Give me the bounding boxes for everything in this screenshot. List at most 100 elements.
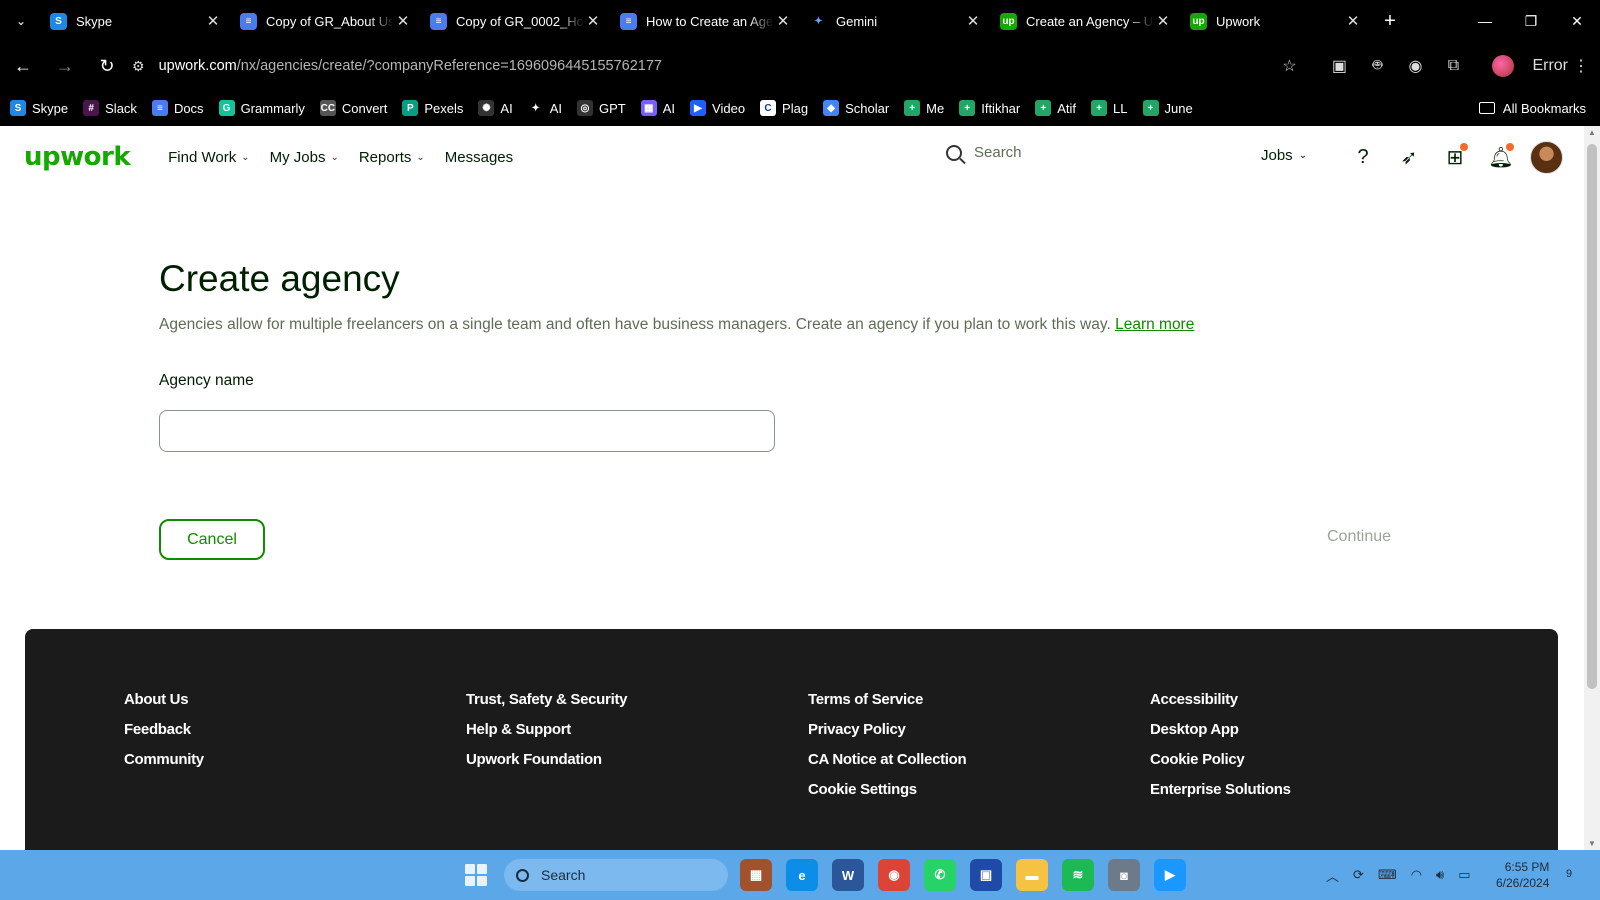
reload-icon[interactable]: ↻ [88,47,126,85]
notification-count[interactable]: 9 [1566,868,1572,880]
camera-icon[interactable]: ◙ [1108,859,1140,891]
close-tab-icon[interactable]: ✕ [584,12,602,30]
bookmark-item[interactable]: ◆ Scholar [823,100,889,116]
site-settings-icon[interactable]: ⚙ [132,58,145,75]
word-icon[interactable]: W [832,859,864,891]
footer-link[interactable]: Feedback [124,721,204,738]
browser-tab[interactable]: ≡ How to Create an Agency✕ [612,0,802,42]
footer-link[interactable]: About Us [124,691,204,708]
folder-icon[interactable]: ▬ [1016,859,1048,891]
browser-tab[interactable]: S Skype ✕ [42,0,232,42]
new-tab-button[interactable]: + [1372,10,1408,33]
search-type-dropdown[interactable]: Jobs ⌄ [1261,147,1307,164]
footer-link[interactable]: Trust, Safety & Security [466,691,628,708]
scroll-down-icon[interactable]: ▼ [1584,839,1600,848]
footer-link[interactable]: Privacy Policy [808,721,966,738]
footer-link[interactable]: Desktop App [1150,721,1291,738]
spotify-icon[interactable]: ≋ [1062,859,1094,891]
bookmark-item[interactable]: + Iftikhar [959,100,1020,116]
footer-link[interactable]: CA Notice at Collection [808,751,967,768]
close-tab-icon[interactable]: ✕ [1154,12,1172,30]
close-tab-icon[interactable]: ✕ [774,12,792,30]
bookmark-item[interactable]: ✦ AI [527,100,562,116]
upwork-logo[interactable]: upwork [24,142,131,172]
browser-tab[interactable]: ✦ Gemini ✕ [802,0,992,42]
nav-item-messages[interactable]: Messages [445,149,513,166]
bookmark-item[interactable]: P Pexels [402,100,463,116]
bookmark-item[interactable]: C Plag [760,100,808,116]
scroll-up-icon[interactable]: ▲ [1584,128,1600,137]
bookmark-star-icon[interactable]: ☆ [1270,56,1308,76]
bookmark-item[interactable]: ≡ Docs [151,100,204,116]
extensions-puzzle-icon[interactable]: ⧉ [1434,57,1472,75]
browser-tab[interactable]: ≡ Copy of GR_About Us ✕ [232,0,422,42]
taskbar-search[interactable]: Search [504,859,728,891]
close-tab-icon[interactable]: ✕ [964,12,982,30]
browser-tab[interactable]: ≡ Copy of GR_0002_How ✕ [422,0,612,42]
footer-link[interactable]: Cookie Settings [808,781,966,798]
omnibox[interactable]: ⚙ upwork.com/nx/agencies/create/?company… [132,48,1270,84]
wifi-icon[interactable]: ◠ [1411,867,1422,883]
scrollbar-thumb[interactable] [1587,144,1597,689]
minimize-icon[interactable]: — [1462,0,1508,42]
store-icon[interactable]: ▣ [970,859,1002,891]
page-scrollbar[interactable]: ▲ ▼ [1584,126,1600,850]
whatsapp-icon[interactable]: ✆ [924,859,956,891]
nav-item-find-work[interactable]: Find Work ⌄ [168,149,249,166]
footer-link[interactable]: Community [124,751,204,768]
close-tab-icon[interactable]: ✕ [394,12,412,30]
bookmark-item[interactable]: # Slack [83,100,137,116]
bookmark-item[interactable]: ▦ AI [640,100,675,116]
footer-link[interactable]: Enterprise Solutions [1150,781,1291,798]
tab-search-chevron-icon[interactable]: ⌄ [0,0,42,42]
bookmark-item[interactable]: + Atif [1035,100,1076,116]
footer-link[interactable]: Help & Support [466,721,627,738]
bookmark-item[interactable]: + Me [904,100,944,116]
profile-icon[interactable] [1484,55,1522,77]
forward-icon[interactable]: → [46,47,84,85]
nav-item-my-jobs[interactable]: My Jobs ⌄ [270,149,339,166]
file-explorer-bear-icon[interactable]: ▦ [740,859,772,891]
browser-tab[interactable]: up Upwork ✕ [1182,0,1372,42]
browser-tab[interactable]: up Create an Agency – Upwork✕ [992,0,1182,42]
bookmark-item[interactable]: + June [1142,100,1193,116]
bookmark-item[interactable]: ✺ AI [478,100,513,116]
edge-icon[interactable]: e [786,859,818,891]
nav-item-reports[interactable]: Reports ⌄ [359,149,425,166]
tray-sync-icon[interactable]: ⟳ [1353,867,1364,883]
extension-robot-icon[interactable]: 🤖︎ [1358,55,1396,77]
bookmark-item[interactable]: G Grammarly [218,100,305,116]
clock[interactable]: 6:55 PM 6/26/2024 [1496,859,1549,891]
footer-link[interactable]: Accessibility [1150,691,1291,708]
extension-face-icon[interactable]: ◉ [1396,56,1434,76]
all-bookmarks-button[interactable]: All Bookmarks [1478,90,1586,126]
back-icon[interactable]: ← [4,47,42,85]
volume-icon[interactable]: 🔊︎ [1436,867,1444,883]
keyboard-icon[interactable]: ⌨ [1378,867,1397,883]
help-icon[interactable]: ? [1340,140,1386,174]
bookmark-item[interactable]: ▶ Video [690,100,745,116]
bookmark-item[interactable]: + LL [1091,100,1128,116]
bookmark-item[interactable]: ◎ GPT [577,100,626,116]
footer-link[interactable]: Cookie Policy [1150,751,1291,768]
start-windows-icon[interactable] [465,864,487,886]
close-tab-icon[interactable]: ✕ [1344,12,1362,30]
site-search[interactable]: Search [946,144,1022,161]
bookmark-item[interactable]: CC Convert [319,100,387,116]
direct-contracts-cursor-icon[interactable]: ➶ [1386,140,1432,174]
battery-icon[interactable]: ▭ [1458,867,1470,883]
url-text[interactable]: upwork.com/nx/agencies/create/?companyRe… [159,58,662,74]
chrome-icon[interactable]: ◉ [878,859,910,891]
footer-link[interactable]: Terms of Service [808,691,966,708]
apps-grid-icon[interactable]: ⊞ [1432,140,1478,174]
learn-more-link[interactable]: Learn more [1115,316,1194,333]
restore-icon[interactable]: ❐ [1508,0,1554,42]
bookmark-item[interactable]: S Skype [10,100,68,116]
cancel-button[interactable]: Cancel [159,519,265,560]
continue-button[interactable]: Continue [1327,528,1391,546]
agency-name-input[interactable] [159,410,775,452]
browser-menu-icon[interactable]: ⋮ [1573,56,1589,76]
prime-video-icon[interactable]: ▶ [1154,859,1186,891]
close-tab-icon[interactable]: ✕ [204,12,222,30]
screencast-icon[interactable]: ▣ [1320,56,1358,76]
